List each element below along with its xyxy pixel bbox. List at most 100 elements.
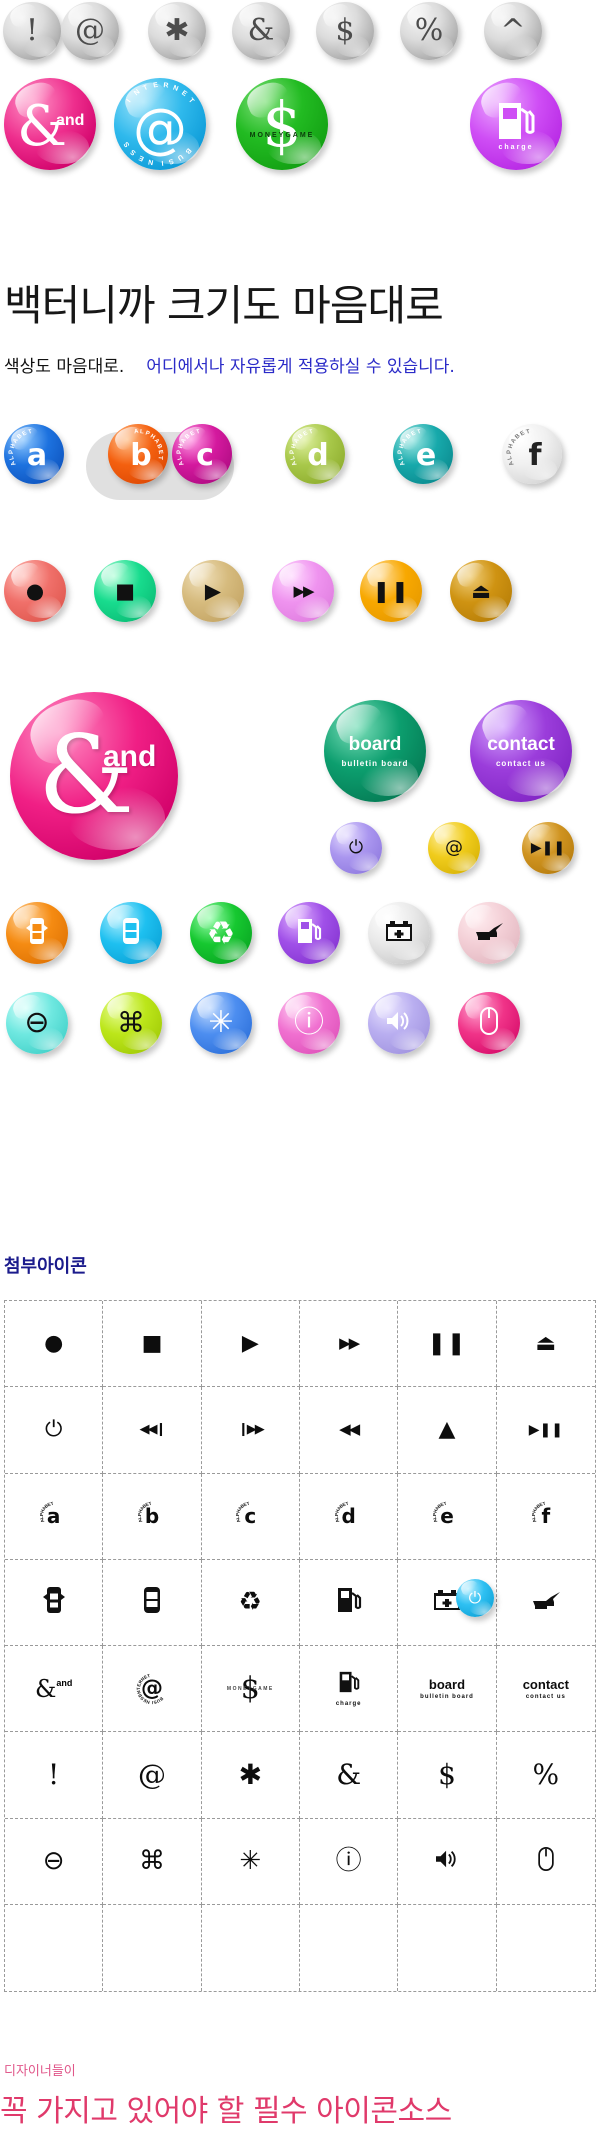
caret-button[interactable]: ^ xyxy=(484,2,542,60)
grid-cell[interactable]: ! xyxy=(5,1732,104,1819)
poster-canvas: ! @ ✱ & $ % ^ & and @ I N T E R N E T B … xyxy=(0,0,600,2142)
oil-can-button[interactable] xyxy=(458,902,520,964)
grid-cell[interactable]: dALPHABET xyxy=(300,1473,399,1560)
grid-cell[interactable]: ⏻ xyxy=(5,1387,104,1474)
eject-icon: ⏏ xyxy=(471,578,491,603)
grid-cell[interactable]: & and xyxy=(5,1646,104,1733)
grid-cell[interactable]: & xyxy=(300,1732,399,1819)
grid-cell[interactable]: ■ xyxy=(103,1301,202,1388)
grid-cell[interactable] xyxy=(300,1559,399,1646)
floating-power-button[interactable]: ⏻ xyxy=(456,1579,494,1617)
eject-icon: ⏏ xyxy=(535,1330,557,1356)
grid-cell[interactable]: fALPHABET xyxy=(496,1474,595,1560)
grid-cell[interactable]: ⊖ xyxy=(5,1818,104,1905)
record-button[interactable]: ● xyxy=(4,560,66,622)
moneygame-button[interactable]: $ MONEYGAME xyxy=(236,78,328,170)
at-small-button[interactable]: @ xyxy=(428,822,480,874)
snowflake-button[interactable]: ✳ xyxy=(190,992,252,1054)
grid-cell[interactable]: ⓘ xyxy=(300,1818,399,1905)
grid-cell[interactable]: ▲ xyxy=(398,1387,497,1474)
and-button[interactable]: & and xyxy=(4,78,96,170)
grid-cell[interactable]: ❚❚ xyxy=(398,1301,497,1388)
ampersand-button[interactable]: & xyxy=(232,2,290,60)
pause-button[interactable]: ❚❚ xyxy=(360,560,422,622)
stop-button[interactable]: ■ xyxy=(94,560,156,622)
minus-circle-button[interactable]: ⊖ xyxy=(6,992,68,1054)
alphabet-c-button[interactable]: c ALPHABET xyxy=(172,424,232,484)
car-front-button[interactable] xyxy=(6,902,68,964)
ampersand-icon: & xyxy=(38,713,135,838)
recycle-icon: ♻ xyxy=(238,1587,262,1618)
info-button[interactable]: ⓘ xyxy=(278,992,340,1054)
exclamation-button[interactable]: ! xyxy=(3,2,61,60)
mouse-button[interactable] xyxy=(458,992,520,1054)
grid-cell[interactable]: $ MONEYGAME xyxy=(201,1646,300,1733)
asterisk-button[interactable]: ✱ xyxy=(148,2,206,60)
alphabet-a-button[interactable]: a ALPHABET xyxy=(4,424,64,484)
grid-cell[interactable]: % xyxy=(496,1732,595,1819)
grid-cell[interactable] xyxy=(496,1819,595,1905)
alphabet-f-button[interactable]: f ALPHABET xyxy=(502,424,562,484)
grid-cell[interactable] xyxy=(398,1818,497,1905)
play-button[interactable]: ▶ xyxy=(182,560,244,622)
contact-sublabel: contact us xyxy=(495,759,546,768)
grid-cell[interactable]: ▶▶ xyxy=(300,1301,399,1388)
grid-cell[interactable]: @ xyxy=(103,1732,202,1819)
grid-cell[interactable]: ♻ xyxy=(201,1559,300,1646)
play-icon: ▶ xyxy=(241,1330,259,1356)
grid-cell[interactable] xyxy=(5,1559,104,1646)
dollar-icon: $ xyxy=(262,88,302,161)
grid-cell[interactable]: ● xyxy=(5,1301,104,1388)
grid-cell[interactable]: ⏏ xyxy=(496,1301,595,1388)
contact-label: contact xyxy=(487,734,555,755)
grid-cell[interactable]: ❙▶▶ xyxy=(201,1387,300,1474)
grid-cell[interactable]: cALPHABET xyxy=(201,1473,300,1560)
fast-forward-icon: ▶▶ xyxy=(293,581,314,600)
grid-cell[interactable]: charge xyxy=(300,1646,399,1733)
contact-button[interactable]: contact contact us xyxy=(470,700,572,802)
car-top-button[interactable] xyxy=(100,902,162,964)
internet-button[interactable]: @ I N T E R N E T B U S I N E S S xyxy=(114,78,206,170)
power-button[interactable]: ⏻ xyxy=(330,822,382,874)
mouse-icon xyxy=(538,1846,554,1876)
grid-cell[interactable]: ◀◀ xyxy=(300,1387,399,1474)
alphabet-button-row: a ALPHABET b ALPHABET c ALPHABET d ALPHA… xyxy=(0,420,600,510)
grid-cell[interactable]: aALPHABET xyxy=(5,1473,104,1560)
at-button[interactable]: @ xyxy=(61,2,119,60)
speaker-button[interactable] xyxy=(368,992,430,1054)
recycle-button[interactable]: ♻ xyxy=(190,902,252,964)
grid-cell[interactable]: bALPHABET xyxy=(103,1473,202,1560)
grid-cell[interactable]: @ I N T E R N E T B U S I N E S S xyxy=(103,1646,202,1733)
grid-cell[interactable]: $ xyxy=(398,1732,497,1819)
grid-cell[interactable]: ✱ xyxy=(201,1732,300,1819)
fuel-pump-button[interactable] xyxy=(278,902,340,964)
at-icon: @ xyxy=(75,13,105,48)
play-pause-button[interactable]: ▶❚❚ xyxy=(522,822,574,874)
alphabet-d-icon: dALPHABET xyxy=(332,1499,366,1533)
grid-cell[interactable]: eALPHABET xyxy=(398,1473,497,1560)
grid-cell[interactable]: ▶❚❚ xyxy=(496,1387,595,1474)
percent-button[interactable]: % xyxy=(400,2,458,60)
grid-cell[interactable]: board bulletin board xyxy=(398,1646,497,1733)
grid-cell[interactable]: ◀◀❙ xyxy=(103,1387,202,1474)
eject-button[interactable]: ⏏ xyxy=(450,560,512,622)
grid-cell[interactable] xyxy=(496,1560,595,1646)
grid-cell[interactable]: ⌘ xyxy=(103,1818,202,1905)
pause-icon: ❚❚ xyxy=(427,1330,467,1356)
grid-cell[interactable]: ▶ xyxy=(201,1301,300,1388)
battery-button[interactable] xyxy=(368,902,430,964)
fuel-pump-icon xyxy=(296,917,322,950)
grid-cell[interactable]: ✳ xyxy=(201,1818,300,1905)
grid-cell[interactable] xyxy=(103,1559,202,1646)
alphabet-d-button[interactable]: d ALPHABET xyxy=(285,424,345,484)
board-button[interactable]: board bulletin board xyxy=(324,700,426,802)
alphabet-b-button[interactable]: b ALPHABET xyxy=(108,424,168,484)
grid-cell[interactable]: contact contact us xyxy=(496,1646,595,1733)
command-button[interactable]: ⌘ xyxy=(100,992,162,1054)
dollar-button[interactable]: $ xyxy=(316,2,374,60)
fast-forward-button[interactable]: ▶▶ xyxy=(272,560,334,622)
fuel-charge-button[interactable]: charge xyxy=(470,78,562,170)
command-icon: ⌘ xyxy=(138,1846,165,1877)
alphabet-e-button[interactable]: e ALPHABET xyxy=(393,424,453,484)
media-button-row: ● ■ ▶ ▶▶ ❚❚ ⏏ xyxy=(0,560,600,634)
